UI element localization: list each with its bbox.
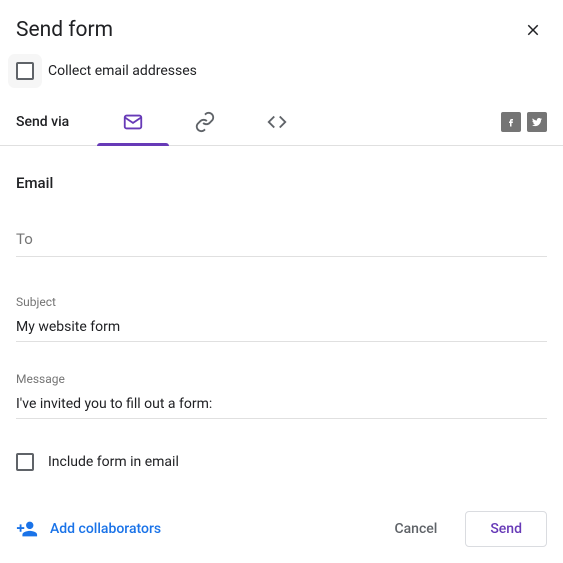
add-collaborators-button[interactable]: Add collaborators [16, 518, 161, 540]
embed-icon [266, 111, 288, 133]
add-collaborators-label: Add collaborators [50, 521, 161, 537]
subject-label: Subject [16, 295, 547, 309]
close-icon [524, 21, 542, 39]
collect-email-label: Collect email addresses [48, 63, 197, 79]
send-via-label: Send via [16, 114, 69, 130]
include-form-label: Include form in email [48, 454, 179, 470]
tab-link[interactable] [169, 98, 241, 146]
share-facebook-button[interactable] [501, 112, 521, 132]
link-icon [194, 111, 216, 133]
cancel-button[interactable]: Cancel [374, 513, 457, 545]
message-label: Message [16, 372, 547, 386]
add-person-icon [16, 518, 38, 540]
facebook-icon [505, 116, 517, 128]
tab-embed[interactable] [241, 98, 313, 146]
dialog-title: Send form [16, 18, 113, 42]
tab-email[interactable] [97, 98, 169, 146]
send-button[interactable]: Send [465, 511, 547, 547]
share-twitter-button[interactable] [527, 112, 547, 132]
email-section-title: Email [16, 174, 547, 192]
email-icon [122, 111, 144, 133]
include-form-checkbox[interactable] [16, 453, 34, 471]
message-input[interactable] [16, 392, 547, 419]
close-button[interactable] [521, 18, 545, 42]
subject-input[interactable] [16, 315, 547, 342]
collect-email-checkbox[interactable] [16, 62, 34, 80]
to-input[interactable] [16, 226, 547, 257]
twitter-icon [531, 116, 543, 128]
